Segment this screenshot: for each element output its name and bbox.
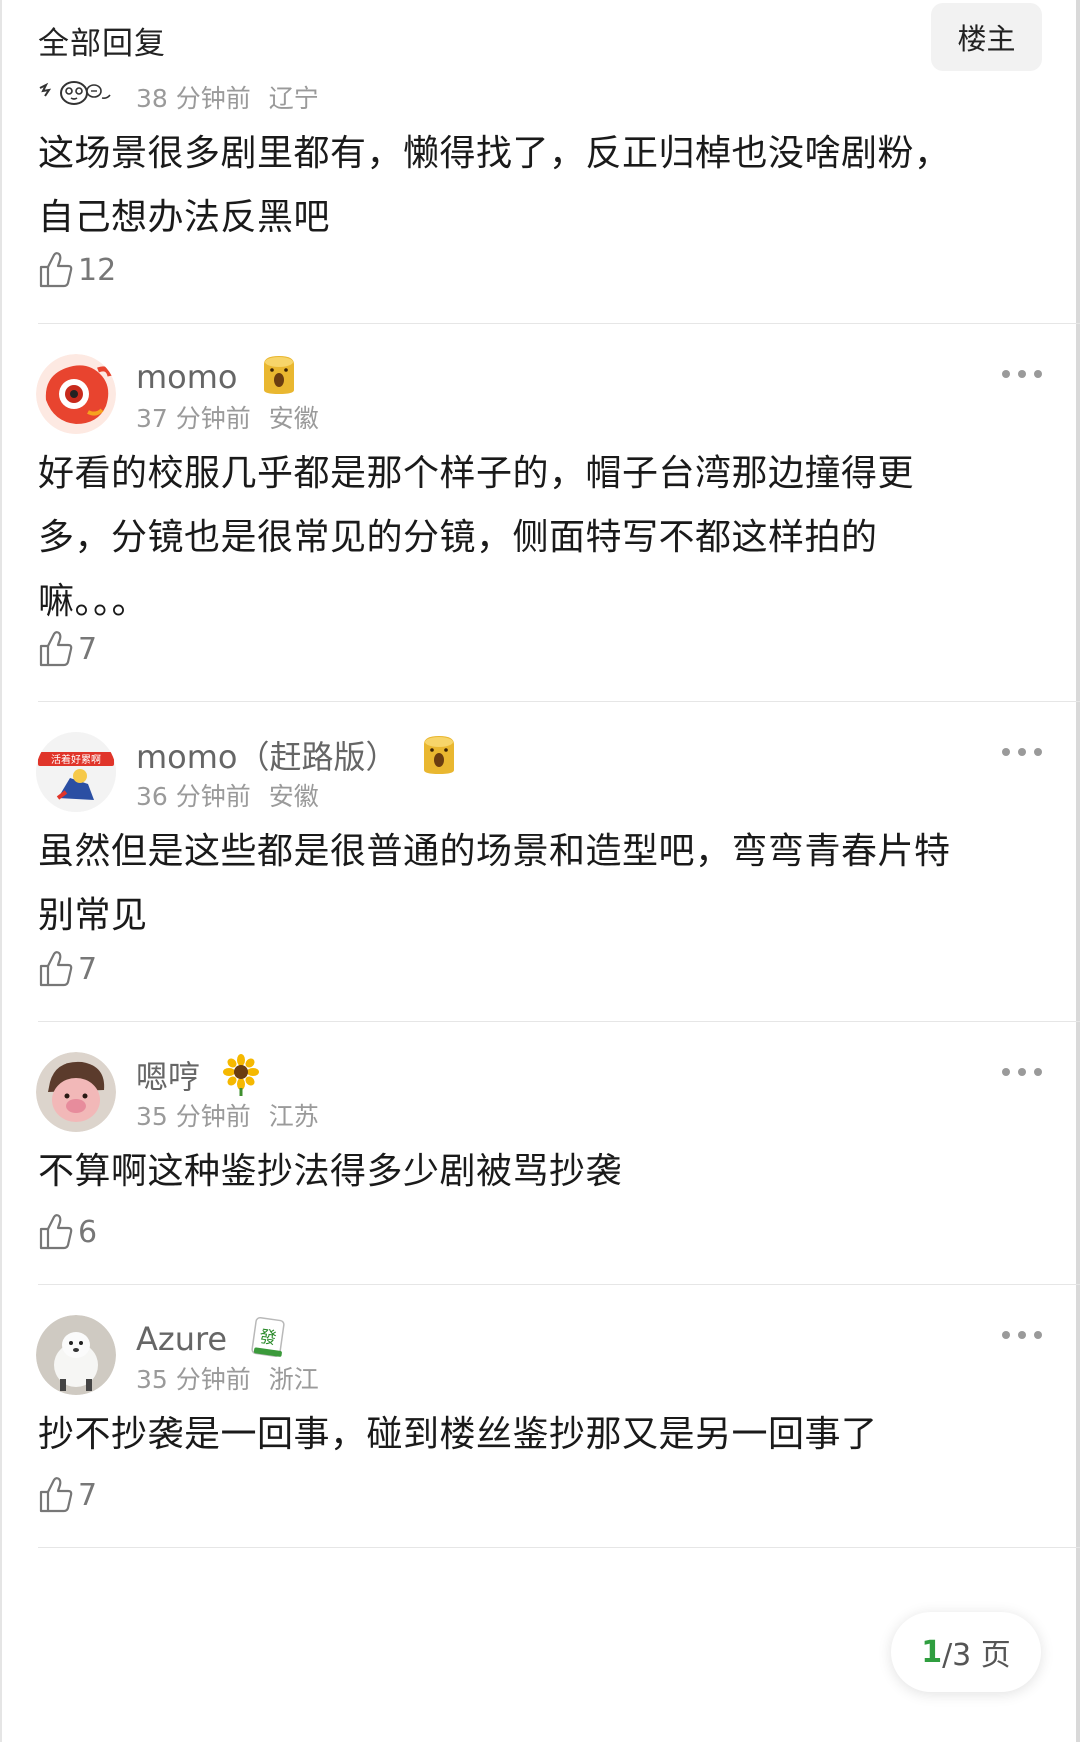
- dot-icon: [1018, 1068, 1026, 1076]
- avatar[interactable]: 活着好累啊: [36, 732, 116, 812]
- tree-stump-badge-icon: [260, 354, 298, 404]
- left-edge: [0, 0, 2, 1742]
- more-options-button[interactable]: [1002, 366, 1042, 382]
- comment-content: 抄不抄袭是一回事，碰到楼丝鉴抄那又是另一回事了: [38, 1403, 1028, 1467]
- like-button[interactable]: 7: [38, 1476, 97, 1514]
- more-options-button[interactable]: [1002, 1064, 1042, 1080]
- comment-meta: 38 分钟前 辽宁: [136, 79, 319, 115]
- comment-region: 安徽: [268, 404, 319, 433]
- divider: [38, 1547, 1080, 1548]
- tired-cartoon-avatar-icon: 活着好累啊: [36, 732, 116, 812]
- comment-content: 好看的校服几乎都是那个样子的，帽子台湾那边撞得更 多，分镜也是很常见的分镜，侧面…: [38, 442, 1028, 634]
- like-count: 6: [78, 1214, 98, 1250]
- avatar[interactable]: [36, 1315, 116, 1395]
- doodle-face-icon: [39, 81, 111, 105]
- divider: [38, 1021, 1080, 1022]
- pink-doll-avatar-icon: [36, 1052, 116, 1132]
- comment-time: 37 分钟前: [136, 404, 251, 433]
- right-edge: [1076, 0, 1080, 1742]
- comment-meta: 36 分钟前 安徽: [136, 777, 319, 813]
- username[interactable]: 嗯哼: [136, 1058, 200, 1096]
- more-options-button[interactable]: [1002, 1327, 1042, 1343]
- comment-time: 35 分钟前: [136, 1365, 251, 1394]
- like-button[interactable]: 7: [38, 630, 97, 668]
- dot-icon: [1034, 748, 1042, 756]
- op-only-button[interactable]: 楼主: [931, 3, 1042, 71]
- username[interactable]: momo: [136, 358, 238, 396]
- thumbs-up-icon: [39, 252, 73, 288]
- avatar-caption: 活着好累啊: [51, 753, 101, 766]
- content-line: 虽然但是这些都是很普通的场景和造型吧，弯弯青春片特: [38, 831, 951, 872]
- comment-time: 36 分钟前: [136, 782, 251, 811]
- username[interactable]: Azure: [136, 1320, 227, 1358]
- content-line: 嘛。。。: [38, 581, 149, 622]
- thumbs-up-icon: [39, 631, 73, 667]
- content-line: 不算啊这种鉴抄法得多少剧被骂抄袭: [38, 1151, 623, 1192]
- dot-icon: [1034, 370, 1042, 378]
- tree-stump-badge-icon: [420, 734, 458, 784]
- white-dog-avatar-icon: [36, 1315, 116, 1395]
- doodle-avatar[interactable]: [36, 76, 116, 110]
- dot-icon: [1002, 1331, 1010, 1339]
- content-line: 好看的校服几乎都是那个样子的，帽子台湾那边撞得更: [38, 453, 915, 494]
- like-button[interactable]: 12: [38, 251, 116, 289]
- content-line: 多，分镜也是很常见的分镜，侧面特写不都这样拍的: [38, 517, 878, 558]
- comment-region: 江苏: [268, 1102, 319, 1131]
- total-pages: /3 页: [942, 1638, 1011, 1673]
- content-line: 自己想办法反黑吧: [38, 197, 331, 238]
- like-button[interactable]: 7: [38, 950, 97, 988]
- like-count: 12: [78, 252, 117, 288]
- all-replies-title: 全部回复: [38, 26, 166, 62]
- more-options-button[interactable]: [1002, 744, 1042, 760]
- thumbs-up-icon: [39, 951, 73, 987]
- divider: [38, 701, 1080, 702]
- comment-meta: 35 分钟前 浙江: [136, 1360, 319, 1396]
- comment-region: 辽宁: [268, 84, 319, 113]
- divider: [38, 323, 1080, 324]
- avatar[interactable]: [36, 1052, 116, 1132]
- current-page: 1: [921, 1634, 943, 1670]
- dot-icon: [1002, 1068, 1010, 1076]
- like-count: 7: [78, 951, 98, 987]
- content-line: 这场景很多剧里都有，懒得找了，反正归棹也没啥剧粉，: [38, 133, 951, 174]
- like-count: 7: [78, 1477, 98, 1513]
- like-button[interactable]: 6: [38, 1213, 97, 1251]
- comment-meta: 37 分钟前 安徽: [136, 399, 319, 435]
- username[interactable]: momo（赶路版）: [136, 738, 398, 776]
- dot-icon: [1002, 748, 1010, 756]
- dot-icon: [1034, 1068, 1042, 1076]
- comment-time: 38 分钟前: [136, 84, 251, 113]
- dot-icon: [1018, 1331, 1026, 1339]
- dot-icon: [1018, 370, 1026, 378]
- dot-icon: [1002, 370, 1010, 378]
- comment-content: 不算啊这种鉴抄法得多少剧被骂抄袭: [38, 1140, 1028, 1204]
- comment-meta: 35 分钟前 江苏: [136, 1097, 319, 1133]
- dot-icon: [1018, 748, 1026, 756]
- badge-glyph: 發: [258, 1327, 278, 1349]
- username-row: momo: [136, 354, 298, 404]
- comment-time: 35 分钟前: [136, 1102, 251, 1131]
- comment-content: 这场景很多剧里都有，懒得找了，反正归棹也没啥剧粉， 自己想办法反黑吧: [38, 122, 1028, 250]
- comment-page: 全部回复 楼主 38 分钟前 辽宁 这场景很多剧里都有，懒得找了，反正归棹也没啥…: [0, 0, 1080, 1742]
- like-count: 7: [78, 631, 98, 667]
- comment-content: 虽然但是这些都是很普通的场景和造型吧，弯弯青春片特 别常见: [38, 820, 1028, 948]
- red-mascot-avatar-icon: [36, 354, 116, 434]
- avatar[interactable]: [36, 354, 116, 434]
- comment-region: 安徽: [268, 782, 319, 811]
- dot-icon: [1034, 1331, 1042, 1339]
- divider: [38, 1284, 1080, 1285]
- thumbs-up-icon: [39, 1477, 73, 1513]
- thumbs-up-icon: [39, 1214, 73, 1250]
- page-indicator-button[interactable]: 1 /3 页: [891, 1612, 1041, 1692]
- comment-region: 浙江: [268, 1365, 319, 1394]
- content-line: 抄不抄袭是一回事，碰到楼丝鉴抄那又是另一回事了: [38, 1414, 878, 1455]
- content-line: 别常见: [38, 895, 148, 936]
